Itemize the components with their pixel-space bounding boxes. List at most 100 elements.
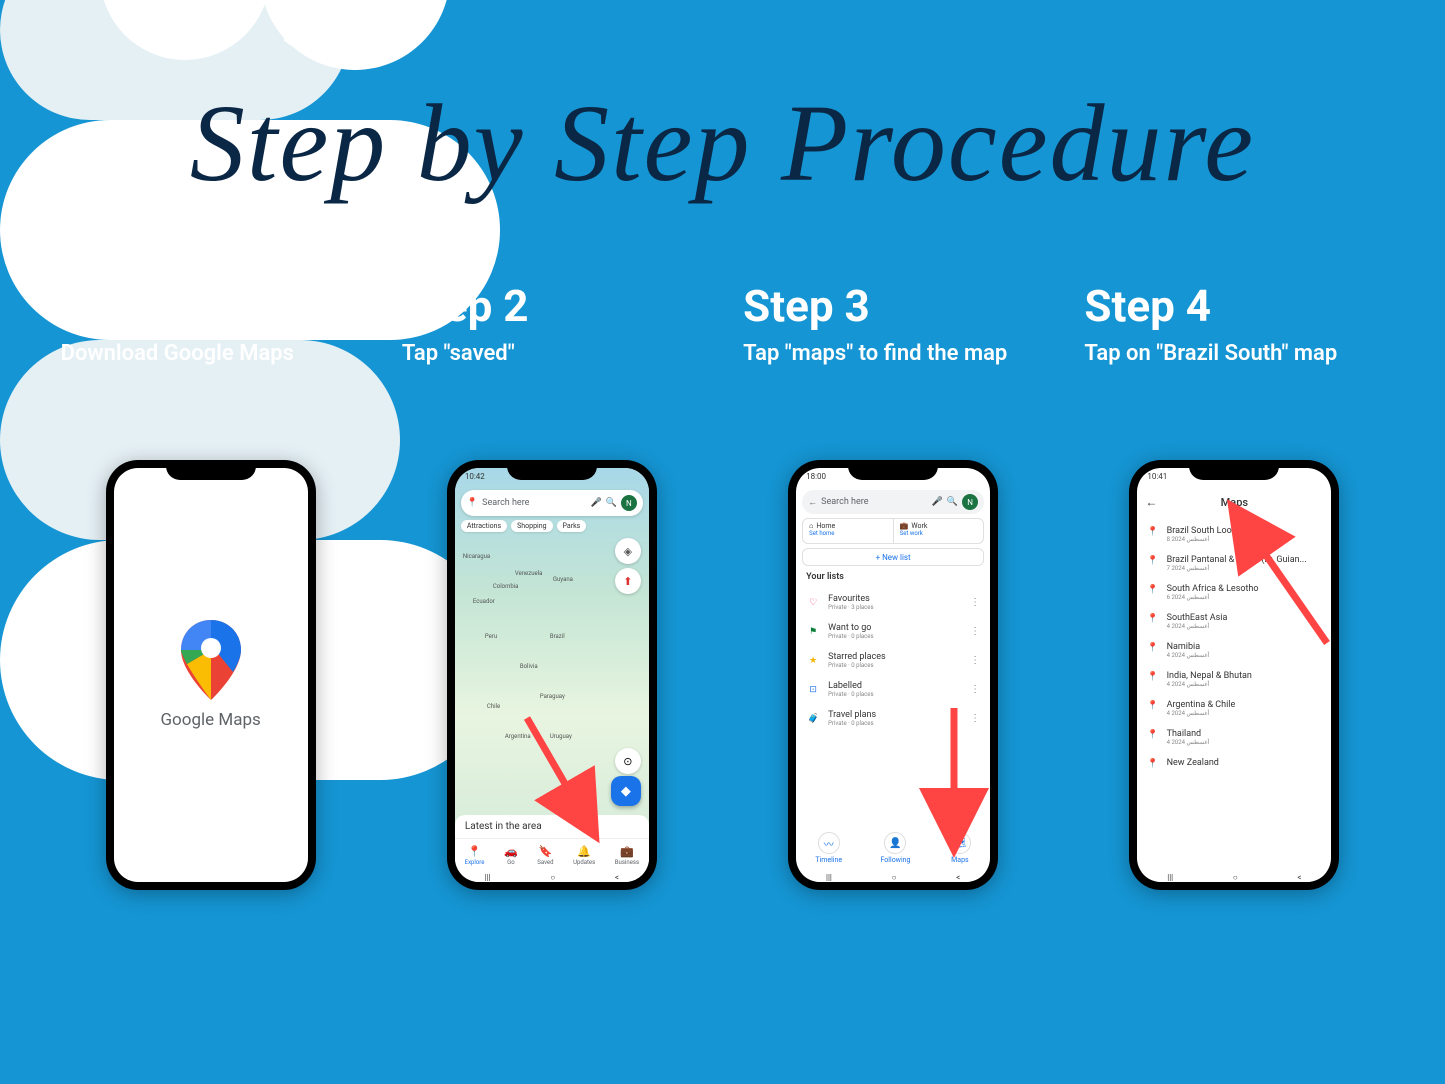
nav-explore[interactable]: 📍Explore: [465, 845, 485, 866]
more-icon[interactable]: ⋮: [970, 655, 980, 666]
avatar[interactable]: N: [962, 494, 978, 510]
map-subtitle: 4 أغسطس 2024: [1167, 739, 1210, 746]
work-item[interactable]: 💼Work Set work: [894, 519, 984, 543]
list-title: Labelled: [828, 681, 962, 691]
nav-go[interactable]: 🚗Go: [504, 845, 518, 866]
lens-icon[interactable]: 🔍: [606, 498, 617, 508]
country-label: Chile: [487, 703, 500, 710]
list-item[interactable]: ⊡LabelledPrivate · 0 places⋮: [796, 675, 990, 704]
list-item[interactable]: ⚑Want to goPrivate · 0 places⋮: [796, 617, 990, 646]
chip-shopping[interactable]: Shopping: [511, 520, 552, 532]
map-title: Thailand: [1167, 729, 1210, 739]
list-subtitle: Private · 0 places: [828, 662, 962, 669]
mic-icon[interactable]: 🎤: [590, 498, 601, 508]
category-chips: Attractions Shopping Parks: [461, 520, 586, 532]
pin-icon: 📍: [1147, 672, 1158, 682]
google-maps-splash: Google Maps: [114, 468, 308, 882]
notch: [848, 460, 938, 480]
home-item[interactable]: ⌂Home Set home: [803, 519, 893, 543]
step-title-4: Step 4: [1084, 280, 1384, 332]
list-item[interactable]: ♡FavouritesPrivate · 3 places⋮: [796, 588, 990, 617]
phone-step-4: 10:41 ← Maps 📍Brazil South Loop8 أغسطس 2…: [1129, 460, 1339, 890]
phone-step-2: 10:42 📍 Search here 🎤 🔍 N Attractions Sh…: [447, 460, 657, 890]
search-bar[interactable]: 📍 Search here 🎤 🔍 N: [461, 490, 643, 516]
directions-icon[interactable]: ◆: [611, 776, 641, 806]
tab-icon: 〰: [818, 832, 840, 854]
pin-icon: 📍: [1147, 643, 1158, 653]
map-item[interactable]: 📍Argentina & Chile4 أغسطس 2024: [1137, 694, 1331, 723]
more-icon[interactable]: ⋮: [970, 684, 980, 695]
chip-parks[interactable]: Parks: [557, 520, 587, 532]
phones-row: Google Maps 10:42 📍 Search here 🎤 🔍 N: [0, 460, 1445, 890]
nav-icon: 💼: [620, 845, 634, 858]
pin-icon: 📍: [1147, 701, 1158, 711]
avatar[interactable]: N: [621, 495, 637, 511]
map-subtitle: 4 أغسطس 2024: [1167, 623, 1228, 630]
step-3: Step 3 Tap "maps" to find the map: [743, 280, 1043, 400]
home-sub: Set home: [809, 530, 887, 537]
tab-following[interactable]: 👤Following: [881, 832, 911, 864]
chip-attractions[interactable]: Attractions: [461, 520, 507, 532]
pin-icon: 📍: [1147, 527, 1158, 537]
android-nav-bar: |||○<: [455, 872, 649, 882]
list-title: Starred places: [828, 652, 962, 662]
briefcase-icon: 💼: [900, 522, 909, 530]
step-title-2: Step 2: [402, 280, 702, 332]
search-bar[interactable]: ← Search here 🎤 🔍 N: [802, 490, 984, 514]
step-title-1: Step 1: [61, 280, 361, 332]
map-item[interactable]: 📍 Thailand4 أغسطس 2024: [1137, 723, 1331, 752]
map-item[interactable]: 📍India, Nepal & Bhutan4 أغسطس 2024: [1137, 665, 1331, 694]
compass-icon[interactable]: ⬆: [615, 568, 641, 594]
lens-icon[interactable]: 🔍: [947, 497, 958, 507]
pin-icon: 📍: [1147, 730, 1158, 740]
steps-row: Step 1 Download Google Maps Step 2 Tap "…: [0, 280, 1445, 400]
country-label: Bolivia: [520, 663, 538, 670]
page-title: Step by Step Procedure: [0, 80, 1445, 207]
country-label: Colombia: [493, 583, 519, 590]
search-placeholder: Search here: [482, 498, 586, 508]
mic-icon[interactable]: 🎤: [932, 497, 943, 507]
tab-timeline[interactable]: 〰Timeline: [815, 832, 842, 864]
maps-header: ← Maps: [1137, 490, 1331, 514]
map-item[interactable]: 📍New Zealand: [1137, 752, 1331, 775]
map-pin-icon: 📍: [467, 498, 478, 508]
more-icon[interactable]: ⋮: [970, 597, 980, 608]
country-label: Ecuador: [473, 598, 495, 605]
nav-icon: 🔖: [539, 845, 553, 858]
step-desc-4: Tap on "Brazil South" map: [1084, 340, 1384, 400]
android-nav-bar: |||○<: [796, 872, 990, 882]
new-list-button[interactable]: + New list: [802, 548, 984, 566]
nav-updates[interactable]: 🔔Updates: [573, 845, 595, 866]
splash-text: Google Maps: [160, 710, 260, 730]
nav-business[interactable]: 💼Business: [615, 845, 639, 866]
pin-icon: 📍: [1147, 759, 1158, 769]
locate-icon[interactable]: ⊙: [615, 748, 641, 774]
nav-saved[interactable]: 🔖Saved: [537, 845, 553, 866]
home-label: Home: [816, 522, 835, 530]
country-label: Brazil: [550, 633, 565, 640]
nav-icon: 📍: [468, 845, 482, 858]
more-icon[interactable]: ⋮: [970, 626, 980, 637]
layers-icon[interactable]: ◈: [615, 538, 641, 564]
country-label: Venezuela: [515, 570, 543, 577]
work-label: Work: [911, 522, 927, 530]
country-label: Nicaragua: [463, 553, 490, 560]
phone-step-3: 18:00 ← Search here 🎤 🔍 N ⌂Home Set home: [788, 460, 998, 890]
notch: [507, 460, 597, 480]
pin-icon: 📍: [1147, 614, 1158, 624]
list-title: Want to go: [828, 623, 962, 633]
list-subtitle: Private · 3 places: [828, 604, 962, 611]
country-label: Guyana: [553, 576, 573, 583]
pin-icon: 📍: [1147, 585, 1158, 595]
list-icon: ⊡: [806, 685, 820, 695]
back-icon[interactable]: ←: [808, 497, 817, 508]
step-2: Step 2 Tap "saved": [402, 280, 702, 400]
country-label: Peru: [485, 633, 497, 640]
notch: [1189, 460, 1279, 480]
map-title: Namibia: [1167, 642, 1210, 652]
list-item[interactable]: ★Starred placesPrivate · 0 places⋮: [796, 646, 990, 675]
map-background: 10:42 📍 Search here 🎤 🔍 N Attractions Sh…: [455, 468, 649, 882]
back-icon[interactable]: ←: [1145, 495, 1157, 509]
notch: [166, 460, 256, 480]
bottom-nav: 📍Explore 🚗Go 🔖Saved 🔔Updates 💼Business: [455, 838, 649, 872]
